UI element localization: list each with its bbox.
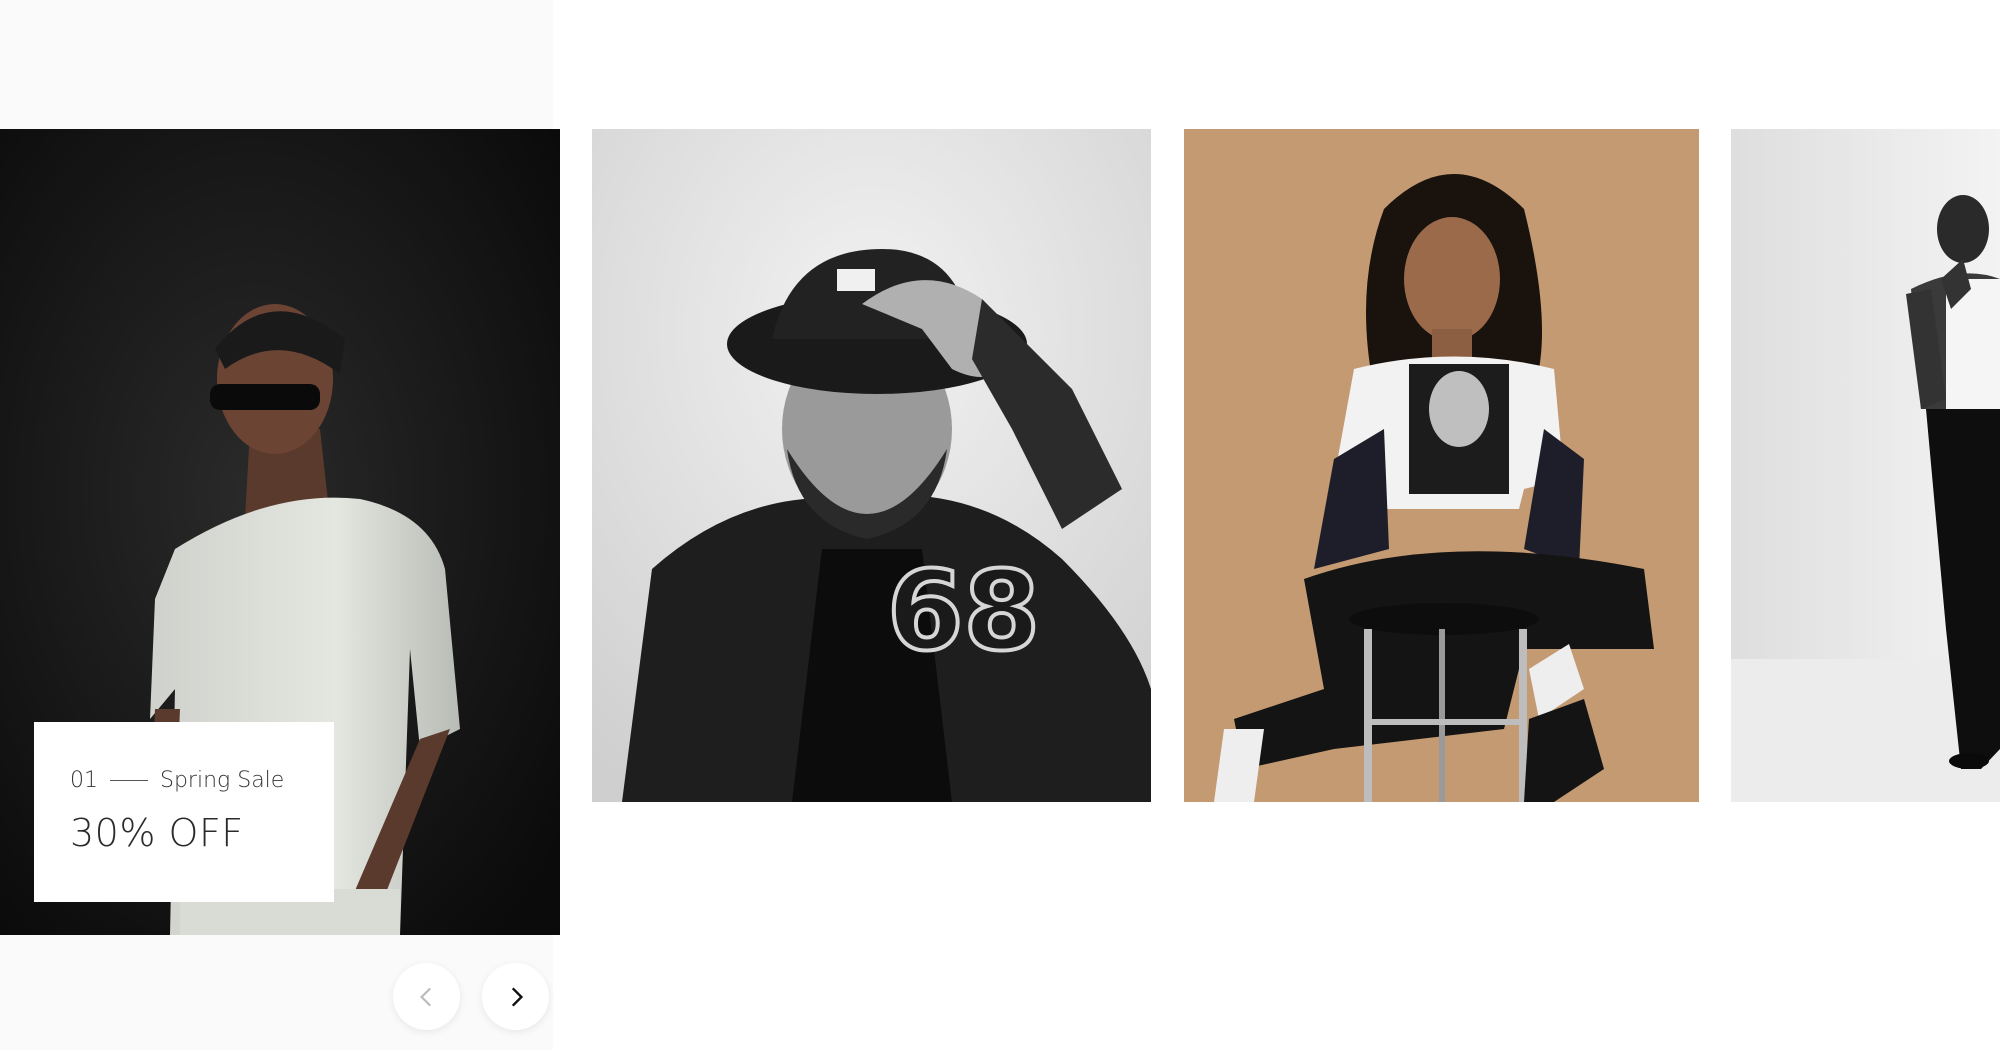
slide-4-image — [1731, 129, 2000, 802]
carousel-slide-4[interactable] — [1731, 129, 2000, 802]
promo-title: 30% OFF — [70, 811, 244, 855]
promo-meta: 01 Spring Sale — [70, 768, 334, 793]
carousel-next-button[interactable] — [482, 963, 549, 1030]
chevron-right-icon — [511, 986, 523, 1007]
chevron-left-icon — [419, 987, 431, 1006]
slide-3-image — [1184, 129, 1699, 802]
svg-text:68: 68 — [887, 547, 1040, 675]
page: 68 01 Spring Sale 30% OFF — [0, 0, 2000, 1056]
promo-card[interactable]: 01 Spring Sale 30% OFF — [34, 722, 334, 902]
slide-2-image: 68 — [592, 129, 1151, 802]
promo-subtitle: Spring Sale — [160, 768, 285, 793]
carousel-slide-2[interactable]: 68 — [592, 129, 1151, 802]
carousel-slide-3[interactable] — [1184, 129, 1699, 802]
carousel-prev-button[interactable] — [393, 963, 460, 1030]
divider-line — [110, 780, 148, 781]
slide-index: 01 — [70, 768, 98, 793]
